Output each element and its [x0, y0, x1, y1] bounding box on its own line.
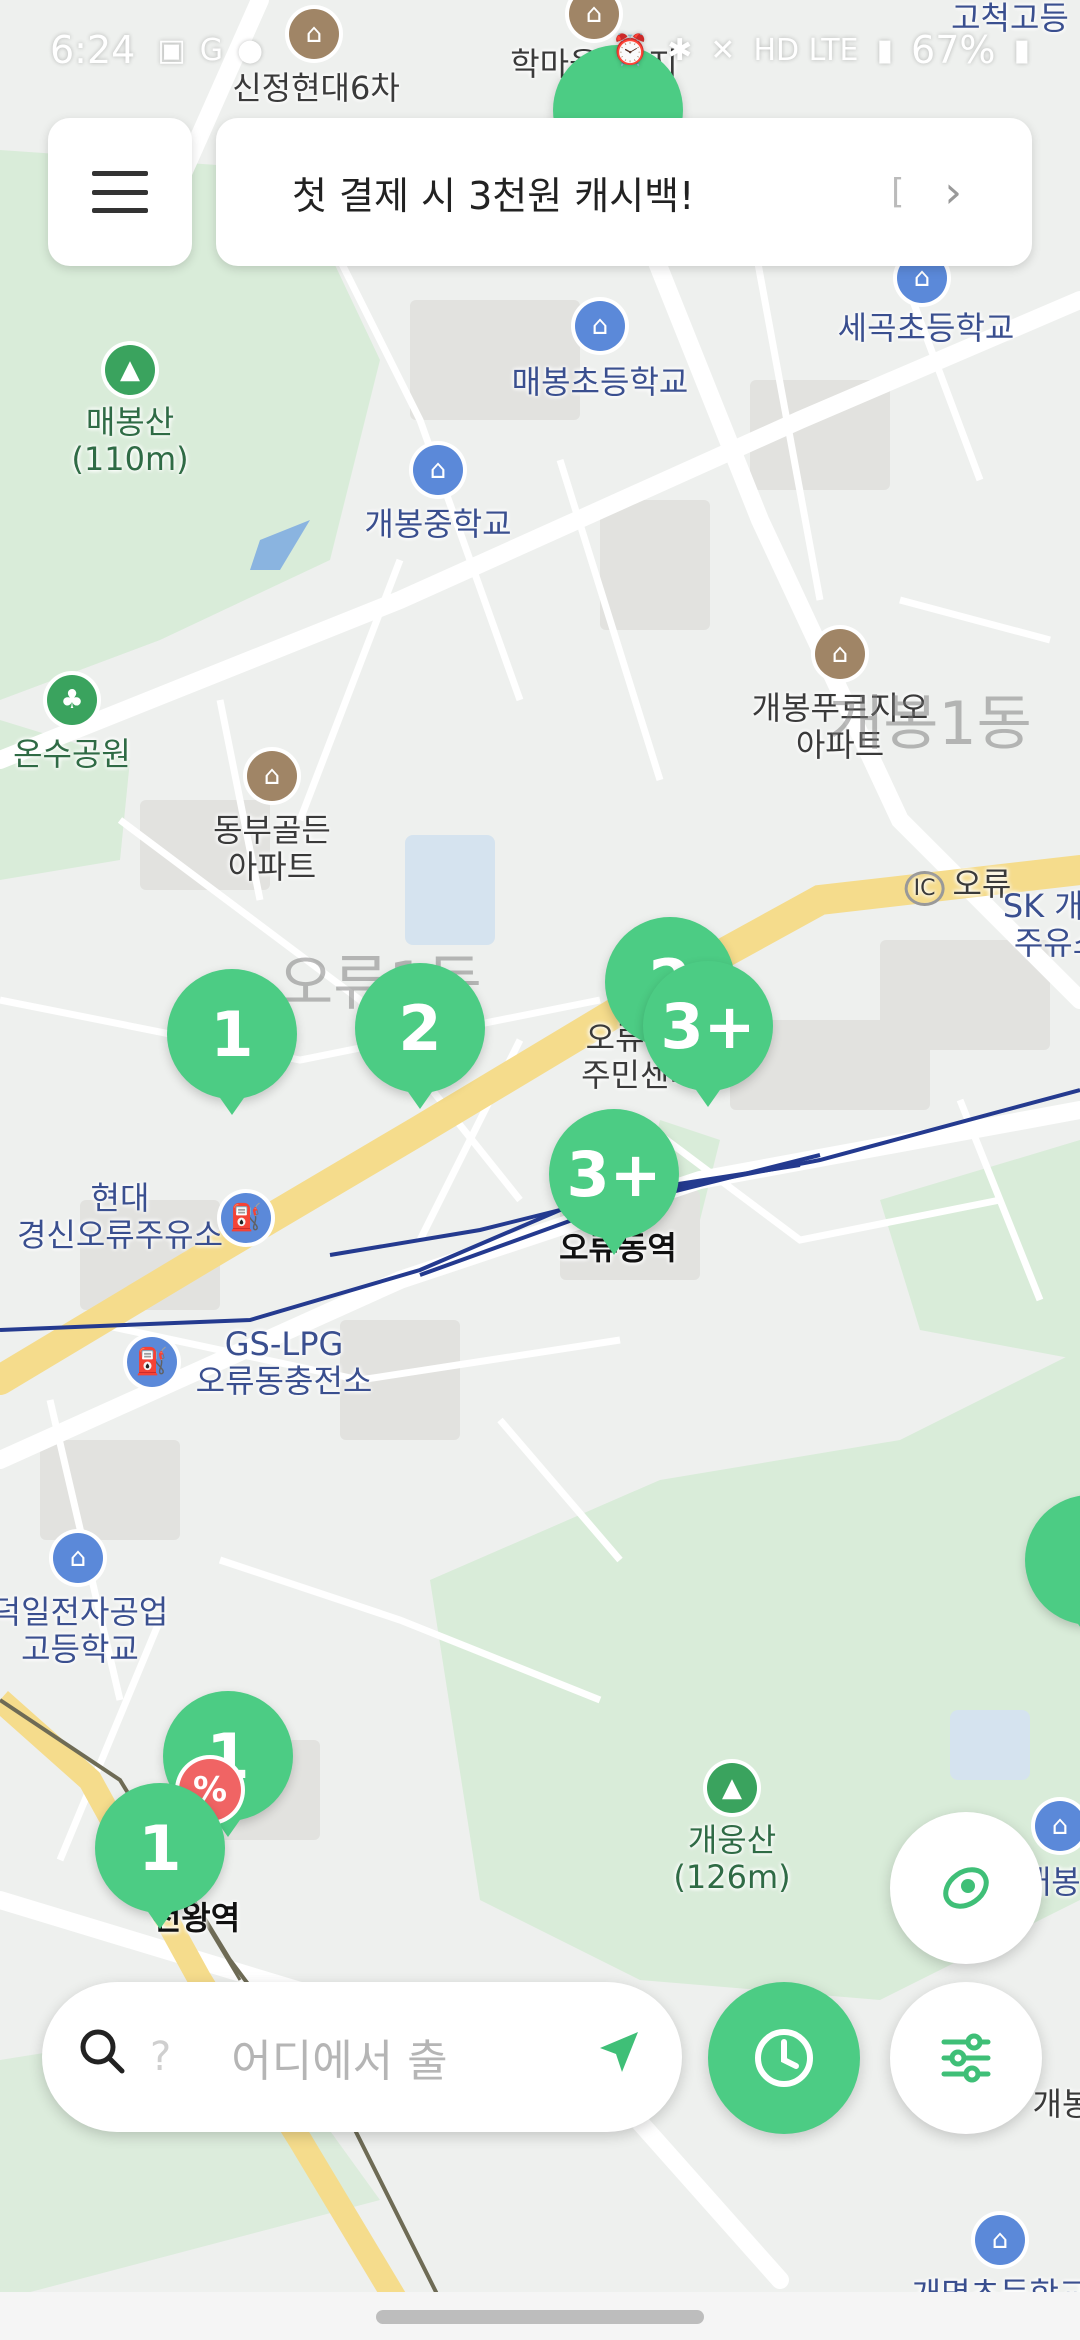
gas-station-icon: ⛽ — [127, 1337, 177, 1387]
battery-label: 67% — [911, 28, 996, 72]
battery-icon: ▮ — [1013, 32, 1030, 68]
mountain-label: 개웅산 (126m) — [673, 1821, 791, 1896]
menu-button[interactable] — [48, 118, 192, 266]
gas-station-label: GS-LPG 오류동충전소 — [195, 1325, 373, 1400]
my-location-button[interactable] — [890, 1812, 1042, 1964]
cluster-marker[interactable]: 2 — [355, 963, 485, 1109]
school-label: 덕일전자공업 고등학교 — [0, 1593, 169, 1668]
district-label: 개봉1동 — [828, 689, 1032, 759]
school-label: 개봉중학교 — [364, 505, 512, 543]
park-icon: ♣ — [47, 675, 97, 725]
cluster-marker[interactable]: 3+ — [643, 961, 773, 1107]
apartment-icon: ⌂ — [247, 751, 297, 801]
promo-counter: [ — [891, 172, 905, 212]
signal-icon: ▮ — [876, 32, 894, 68]
search-hint: ? — [150, 2034, 172, 2080]
alarm-icon: ⏰ — [611, 32, 650, 68]
talk-icon: ● — [236, 32, 264, 68]
cluster-marker[interactable]: 1 — [167, 969, 297, 1115]
apartment-icon: ⌂ — [815, 629, 865, 679]
bluetooth-icon: ✱ — [667, 32, 693, 68]
mountain-icon: ▲ — [105, 345, 155, 395]
send-icon[interactable] — [594, 2028, 642, 2087]
mountain-icon: ▲ — [707, 1763, 757, 1813]
search-bar[interactable]: ? 어디에서 출 — [42, 1982, 682, 2132]
school-icon: ⌂ — [53, 1533, 103, 1583]
ic-badge: IC — [904, 871, 945, 907]
ic-label: IC 오류 — [904, 866, 1011, 907]
cluster-marker[interactable]: 1 — [95, 1783, 225, 1929]
school-label: 매봉초등학교 — [511, 363, 689, 401]
search-icon — [78, 2027, 126, 2087]
school-icon: ⌂ — [413, 445, 463, 495]
image-icon: ▣ — [157, 32, 186, 68]
gas-station-label: SK 개봉 주유소 — [1002, 887, 1080, 962]
apartment-label: 동부골든 아파트 — [213, 811, 331, 886]
gas-station-label: 현대 경신오류주유소 — [16, 1179, 224, 1254]
promo-banner[interactable]: 첫 결제 시 3천원 캐시백! [ › — [216, 118, 1032, 266]
menu-icon — [92, 171, 148, 213]
history-button[interactable] — [708, 1982, 860, 2134]
status-bar: 6:24 ▣ G ● ⏰ ✱ ✕ HD LTE ▮ 67% ▮ — [0, 0, 1080, 100]
google-icon: G — [199, 32, 223, 68]
chevron-right-icon[interactable]: › — [944, 167, 962, 218]
apartment-label: 개봉 — [1032, 2085, 1080, 2123]
cluster-marker[interactable]: 3+ — [549, 1109, 679, 1255]
school-icon: ⌂ — [1035, 1801, 1080, 1851]
status-time: 6:24 — [50, 28, 136, 72]
filter-icon — [941, 2033, 991, 2083]
filter-button[interactable] — [890, 1982, 1042, 2134]
location-icon — [943, 1867, 989, 1909]
mute-icon: ✕ — [710, 32, 736, 68]
school-label: 세곡초등학교 — [837, 309, 1015, 347]
mountain-label: 매봉산 (110m) — [71, 403, 189, 478]
gas-station-icon: ⛽ — [221, 1193, 271, 1243]
school-icon: ⌂ — [975, 2215, 1025, 2265]
network-label: HD LTE — [753, 32, 859, 68]
clock-icon — [755, 2029, 813, 2087]
park-label: 온수공원 — [13, 735, 131, 773]
school-icon: ⌂ — [575, 301, 625, 351]
search-placeholder: 어디에서 출 — [231, 2036, 448, 2087]
promo-text: 첫 결제 시 3천원 캐시백! — [292, 173, 695, 218]
home-indicator[interactable] — [376, 2310, 704, 2324]
